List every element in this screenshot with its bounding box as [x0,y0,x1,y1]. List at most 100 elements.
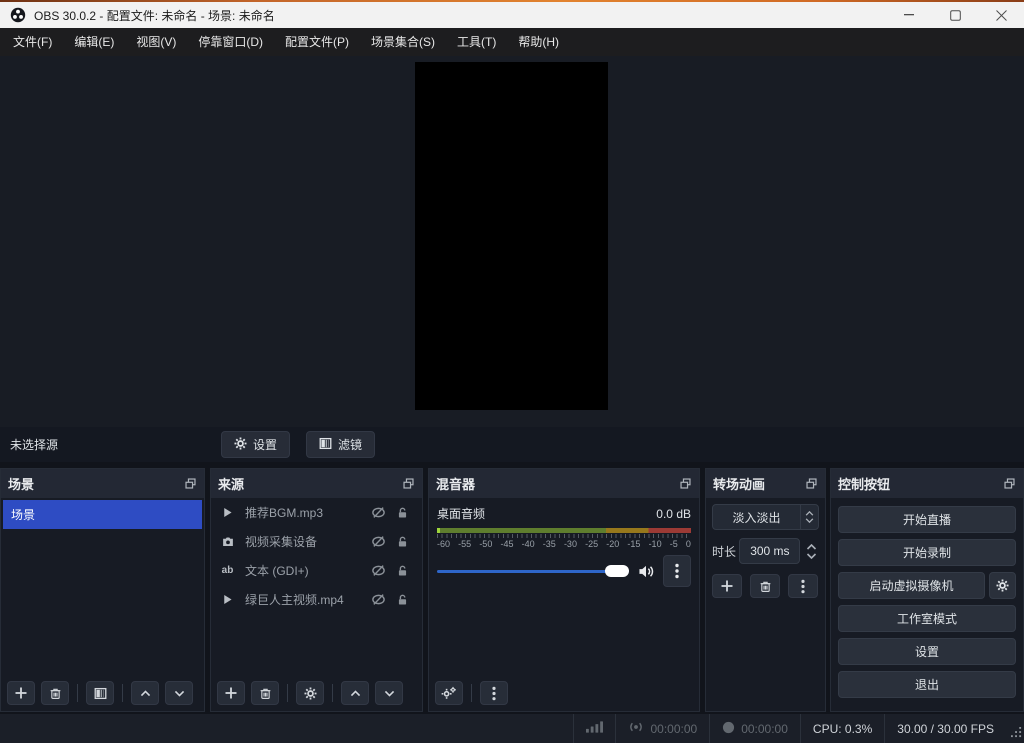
divider [332,684,333,702]
popout-icon[interactable] [679,477,692,490]
transitions-panel-header[interactable]: 转场动画 [706,469,825,498]
source-down-button[interactable] [375,681,403,705]
transition-duration-row: 时长 300 ms [712,538,819,564]
menu-tools[interactable]: 工具(T) [446,28,507,56]
virtual-camera-settings-button[interactable] [989,572,1016,599]
scene-up-button[interactable] [131,681,159,705]
volume-slider[interactable] [437,565,629,577]
tick-label: -20 [606,539,620,549]
filter-icon [319,437,332,453]
start-recording-button[interactable]: 开始录制 [838,539,1016,566]
menu-scene-collection[interactable]: 场景集合(S) [360,28,446,56]
popout-icon[interactable] [184,477,197,490]
menu-bar: 文件(F) 编辑(E) 视图(V) 停靠窗口(D) 配置文件(P) 场景集合(S… [0,28,1024,56]
scene-item-selected[interactable]: 场景 [3,500,202,529]
mixer-panel-header[interactable]: 混音器 [429,469,699,498]
record-circle-icon [722,721,735,737]
settings-button[interactable]: 设置 [838,638,1016,665]
sources-title: 来源 [218,477,245,492]
divider [287,684,288,702]
resize-grip[interactable] [1011,727,1022,741]
tick-label: -45 [500,539,514,549]
popout-icon[interactable] [402,477,415,490]
menu-help[interactable]: 帮助(H) [507,28,570,56]
mixer-channel-menu-button[interactable] [663,555,691,587]
studio-mode-button[interactable]: 工作室模式 [838,605,1016,632]
record-time: 00:00:00 [741,721,788,736]
source-row[interactable]: 绿巨人主视频.mp4 [211,585,422,614]
remove-source-button[interactable] [251,681,279,705]
exit-button[interactable]: 退出 [838,671,1016,698]
source-row[interactable]: 推荐BGM.mp3 [211,498,422,527]
eye-slash-icon[interactable] [366,505,390,520]
menu-docks[interactable]: 停靠窗口(D) [187,28,274,56]
start-streaming-button[interactable]: 开始直播 [838,506,1016,533]
popout-icon[interactable] [1003,477,1016,490]
add-transition-button[interactable] [712,574,742,598]
volume-slider-track[interactable] [437,570,629,573]
close-button[interactable] [978,2,1024,28]
add-source-button[interactable] [217,681,245,705]
start-virtual-camera-button[interactable]: 启动虚拟摄像机 [838,572,985,599]
eye-slash-icon[interactable] [366,563,390,578]
maximize-button[interactable] [932,2,978,28]
unlock-icon[interactable] [390,535,414,549]
meter-tick-marks [437,534,691,538]
mixer-menu-button[interactable] [480,681,508,705]
mixer-channel: 桌面音频 0.0 dB -60 -55 -50 -45 -40 -35 -30 … [429,498,699,675]
scene-down-button[interactable] [165,681,193,705]
stream-time: 00:00:00 [650,721,698,736]
signal-bars-icon [586,721,604,736]
source-properties-button[interactable]: 设置 [221,431,291,458]
transition-menu-button[interactable] [788,574,818,598]
minimize-button[interactable] [886,2,932,28]
preview-area[interactable] [0,56,1024,427]
speaker-icon[interactable] [637,564,655,579]
gear-icon [234,436,247,453]
divider [122,684,123,702]
audio-channel-name: 桌面音频 [437,507,486,521]
sources-panel: 来源 推荐BGM.mp3 视频采集设备 ab 文本 (GDI+) 绿巨人主视频.… [210,468,423,712]
remove-scene-button[interactable] [41,681,69,705]
menu-file[interactable]: 文件(F) [2,28,63,56]
transition-selected-value: 淡入淡出 [732,510,781,525]
dock-area: 场景 场景 来源 推荐BGM.mp3 视频采集设备 ab 文本 (GDI+) 绿… [0,462,1024,714]
duration-value: 300 ms [750,544,790,558]
scene-name: 场景 [11,508,36,522]
menu-profile[interactable]: 配置文件(P) [274,28,360,56]
remove-transition-button[interactable] [750,574,780,598]
unlock-icon[interactable] [390,506,414,520]
source-filters-button[interactable]: 滤镜 [306,431,376,458]
source-properties-toolbar-button[interactable] [296,681,324,705]
source-row[interactable]: 视频采集设备 [211,527,422,556]
media-icon [219,506,236,519]
scenes-panel-header[interactable]: 场景 [1,469,204,498]
menu-edit[interactable]: 编辑(E) [63,28,125,56]
add-scene-button[interactable] [7,681,35,705]
eye-slash-icon[interactable] [366,534,390,549]
unlock-icon[interactable] [390,593,414,607]
scene-filters-button[interactable] [86,681,114,705]
volume-slider-handle[interactable] [605,565,629,577]
controls-panel-header[interactable]: 控制按钮 [831,469,1023,498]
source-up-button[interactable] [341,681,369,705]
stream-health-cell [573,714,615,743]
mixer-title: 混音器 [436,477,476,492]
popout-icon[interactable] [805,477,818,490]
chevron-updown-icon[interactable] [800,505,818,529]
controls-panel: 控制按钮 开始直播 开始录制 启动虚拟摄像机 工作室模式 设置 退出 [830,468,1024,712]
program-canvas[interactable] [415,62,608,410]
unlock-icon[interactable] [390,564,414,578]
title-bar[interactable]: OBS 30.0.2 - 配置文件: 未命名 - 场景: 未命名 [0,2,1024,28]
transition-select[interactable]: 淡入淡出 [712,504,819,530]
scenes-title: 场景 [8,477,35,492]
advanced-audio-icon[interactable] [435,681,463,705]
camera-icon [219,535,236,548]
duration-stepper[interactable] [803,543,819,559]
source-row[interactable]: ab 文本 (GDI+) [211,556,422,585]
duration-input[interactable]: 300 ms [739,538,801,564]
menu-view[interactable]: 视图(V) [125,28,187,56]
eye-slash-icon[interactable] [366,592,390,607]
sources-panel-header[interactable]: 来源 [211,469,422,498]
meter-level-indicator [437,528,440,533]
